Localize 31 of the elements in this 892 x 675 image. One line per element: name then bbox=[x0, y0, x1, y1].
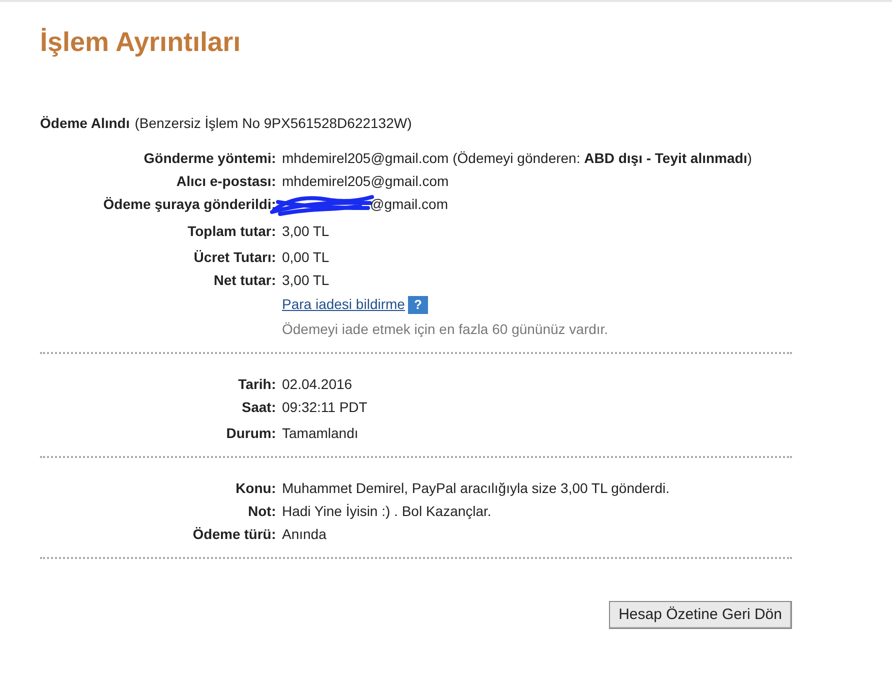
field-value: mhdemirel205@gmail.com bbox=[282, 172, 450, 191]
field-value: 02.04.2016 bbox=[282, 374, 354, 394]
field-label: Ödeme türü: bbox=[192, 524, 276, 544]
field-value: Anında bbox=[282, 524, 328, 544]
field-value: Hadi Yine İyisin :) . Bol Kazançlar. bbox=[282, 502, 492, 521]
page-title: İşlem Ayrıntıları bbox=[40, 26, 241, 59]
payment-status: Ödeme Alındı bbox=[40, 114, 130, 132]
field-value: Tamamlandı bbox=[282, 424, 360, 442]
field-value: @gmail.com bbox=[370, 195, 448, 214]
field-label: Toplam tutar: bbox=[186, 222, 276, 241]
field-value: 3,00 TL bbox=[282, 222, 330, 240]
refund-link[interactable]: Para iadesi bildirme bbox=[282, 294, 405, 315]
field-label: Gönderme yöntemi: bbox=[142, 148, 276, 168]
field-label: Tarih: bbox=[237, 374, 276, 394]
field-value: Muhammet Demirel, PayPal aracılığıyla size 3,00 TL gönderdi. bbox=[282, 478, 671, 498]
field-label: Saat: bbox=[240, 398, 276, 416]
back-to-summary-button[interactable]: Hesap Özetine Geri Dön bbox=[608, 600, 792, 629]
field-value: 0,00 TL bbox=[282, 248, 330, 266]
field-value: 09:32:11 PDT bbox=[282, 398, 368, 416]
field-label: Durum: bbox=[225, 424, 276, 442]
field-label: Alıcı e-postası: bbox=[175, 172, 276, 191]
field-value: 3,00 TL bbox=[282, 270, 330, 290]
field-label: Ücret Tutarı: bbox=[192, 248, 276, 266]
help-icon[interactable]: ? bbox=[408, 296, 428, 314]
field-value: mhdemirel205@gmail.com (Ödemeyi gönderen: ABD dışı - Teyit alınmadı) bbox=[282, 148, 753, 168]
field-label: Not: bbox=[247, 502, 276, 520]
field-label: Konu: bbox=[234, 478, 276, 498]
transaction-id: (Benzersiz İşlem No 9PX561528D622132W) bbox=[134, 114, 412, 133]
refund-note: Ödemeyi iade etmek için en fazla 60 gününüz vardır. bbox=[282, 320, 610, 339]
field-label: Net tutar: bbox=[212, 270, 276, 290]
field-label: Ödeme şuraya gönderildi: bbox=[102, 195, 276, 214]
